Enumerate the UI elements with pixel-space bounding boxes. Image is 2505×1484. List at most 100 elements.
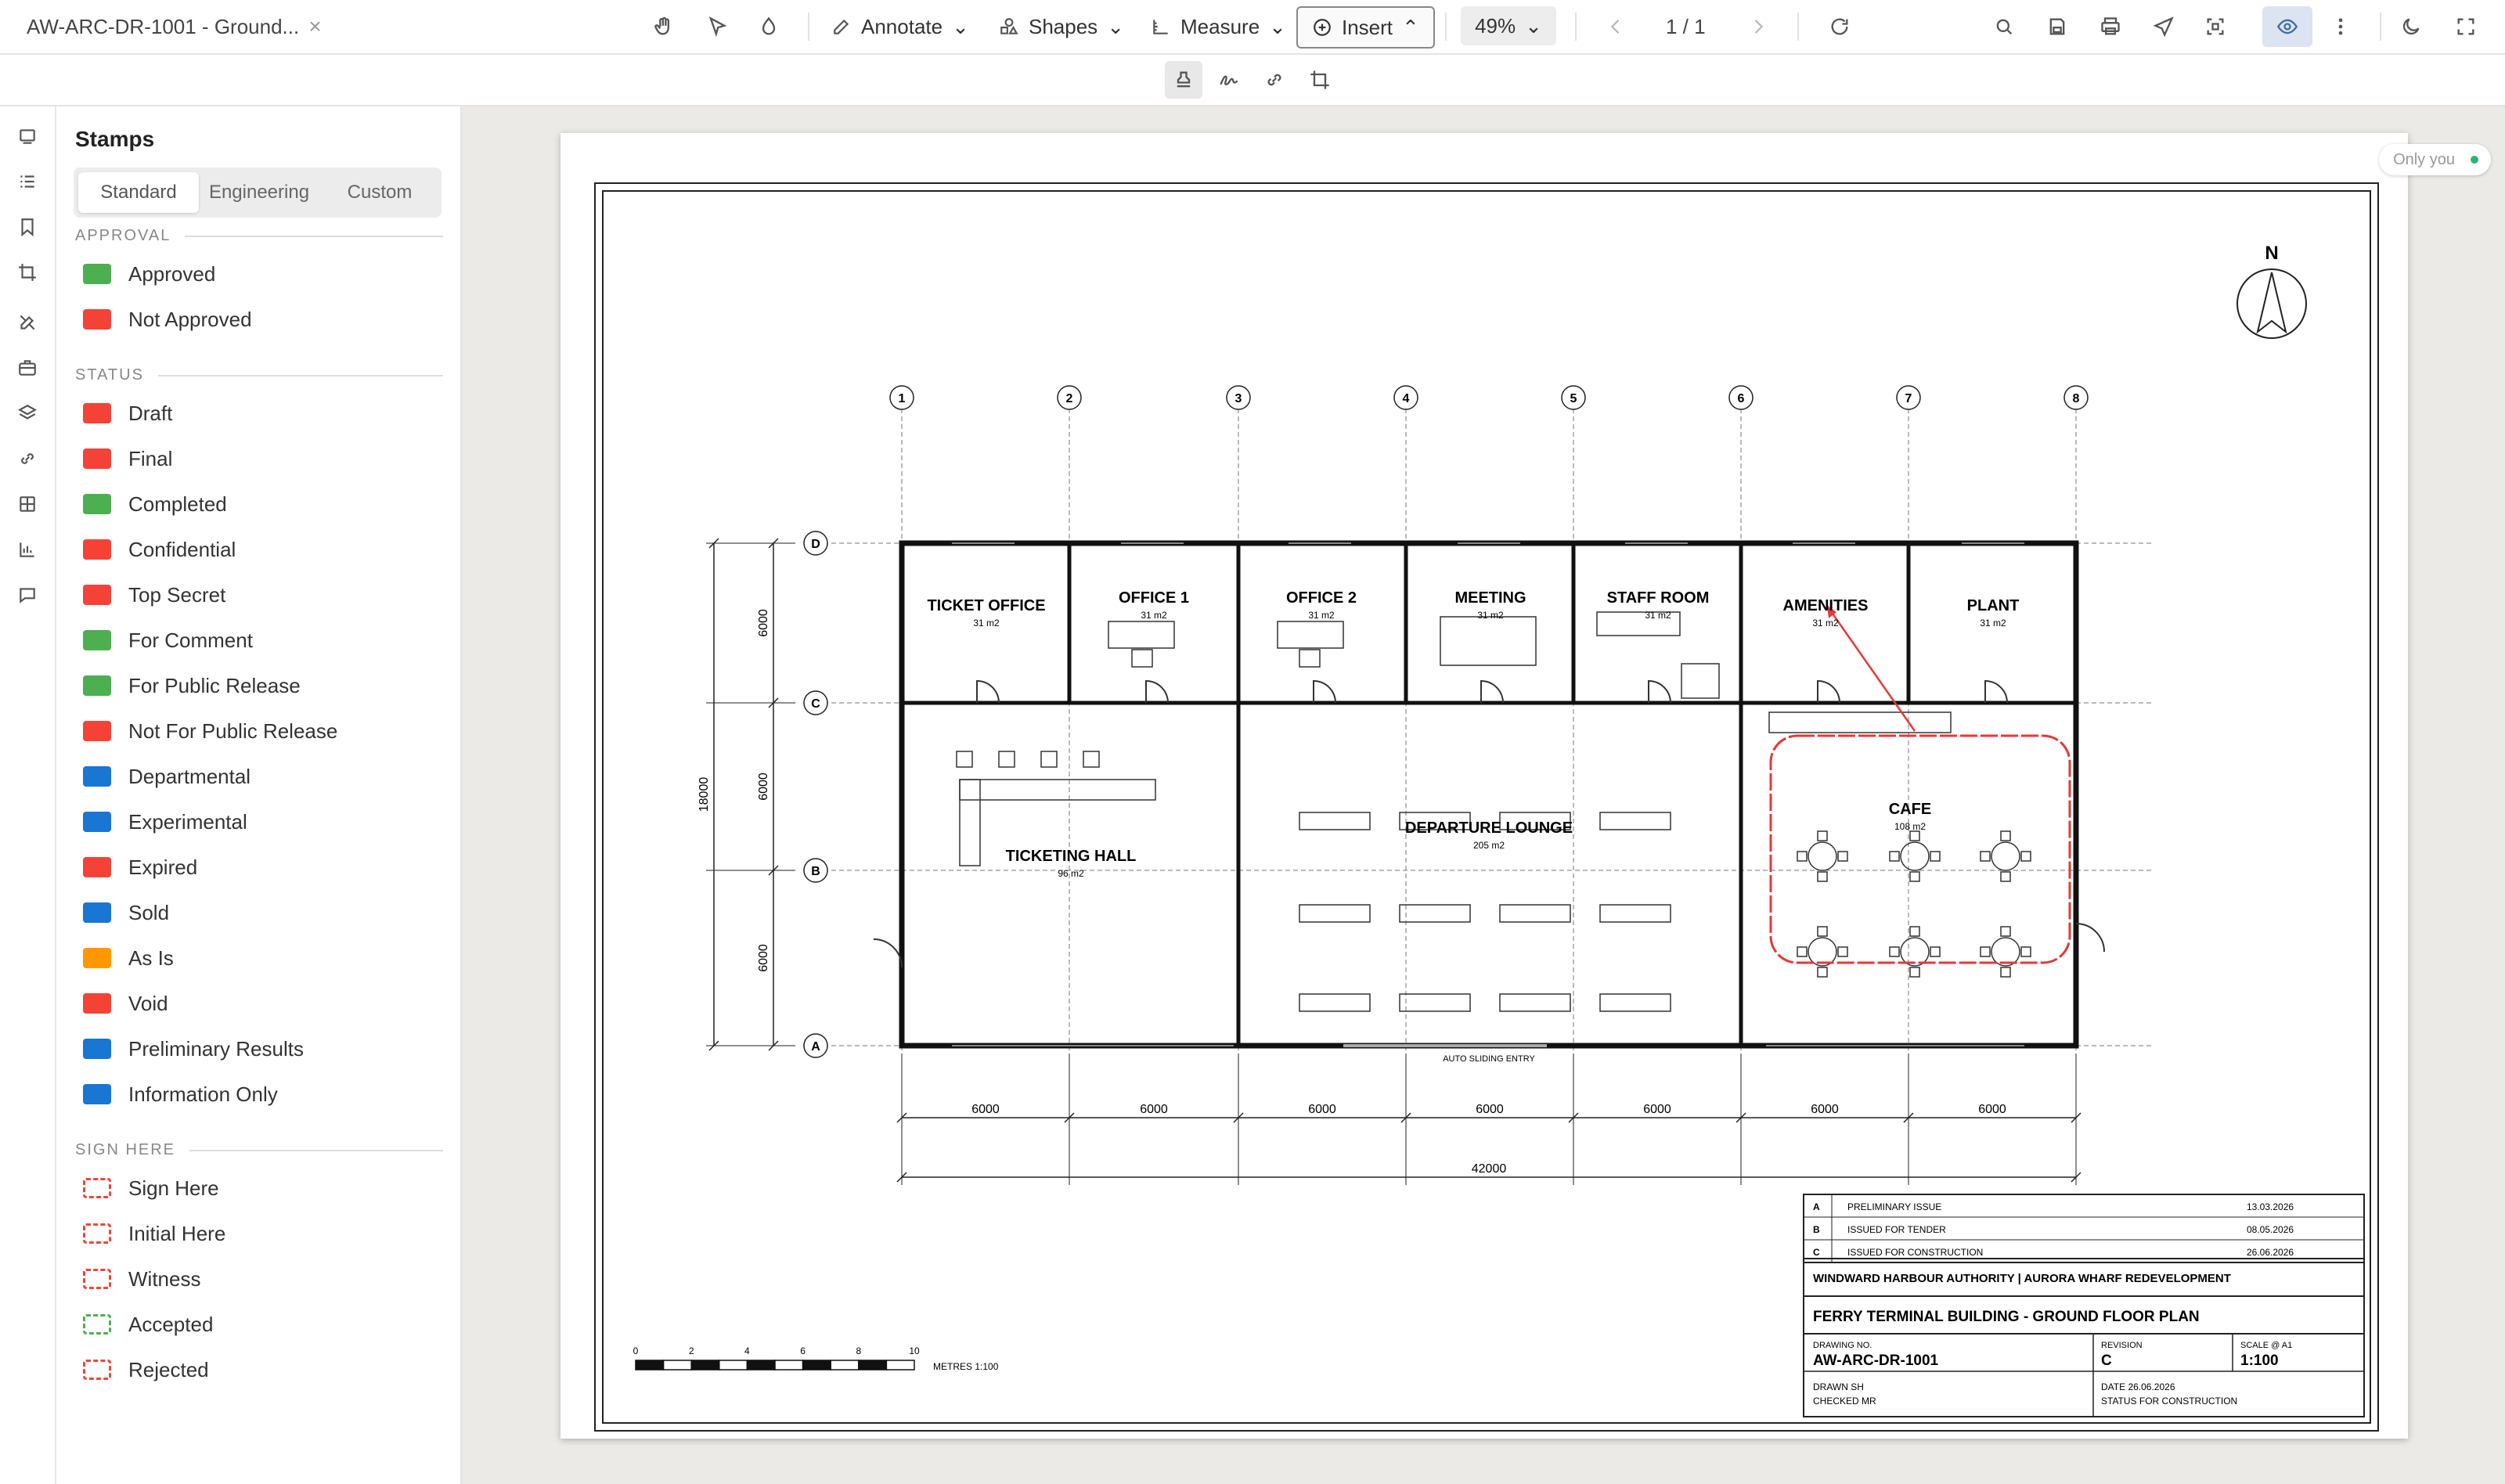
stamp-item[interactable]: Void xyxy=(83,988,435,1019)
stamp-label: Departmental xyxy=(128,764,251,788)
revision-letter: B xyxy=(1813,1224,1820,1235)
zoom-select[interactable]: 49% ⌄ xyxy=(1461,6,1556,45)
annotate-menu[interactable]: Annotate ⌄ xyxy=(831,8,969,45)
outline-list-icon[interactable] xyxy=(9,163,46,200)
dark-mode-moon-icon[interactable] xyxy=(2392,8,2430,45)
chart-icon[interactable] xyxy=(9,531,46,568)
measure-menu[interactable]: Measure ⌄ xyxy=(1151,8,1286,45)
document-tab[interactable]: AW-ARC-DR-1001 - Ground... × xyxy=(27,8,322,45)
stamp-item[interactable]: Expired xyxy=(83,852,435,883)
revision-letter: C xyxy=(1813,1247,1820,1258)
scan-icon[interactable] xyxy=(2197,8,2234,45)
revision-description: ISSUED FOR TENDER xyxy=(1847,1224,1946,1235)
stamp-label: Preliminary Results xyxy=(128,1036,304,1061)
drawing-sheet: N 12345678DCBA TICKET OFFICE 31 m2 OFFIC… xyxy=(560,133,2408,1439)
grid-column-label: 4 xyxy=(1403,392,1410,405)
bookmark-icon[interactable] xyxy=(9,208,46,246)
shapes-menu[interactable]: Shapes ⌄ xyxy=(999,8,1124,45)
comment-icon[interactable] xyxy=(9,576,46,614)
ink-drop-icon[interactable] xyxy=(750,8,788,45)
room-name: TICKETING HALL xyxy=(1006,848,1137,865)
stamp-item[interactable]: Departmental xyxy=(83,761,435,792)
more-options-icon[interactable] xyxy=(2322,8,2359,45)
stamp-item[interactable]: Completed xyxy=(83,488,435,520)
revision-value: C xyxy=(2101,1353,2112,1369)
tools-icon[interactable] xyxy=(9,304,46,341)
stamp-item[interactable]: Experimental xyxy=(83,806,435,837)
stamp-item[interactable]: Accepted xyxy=(83,1309,435,1340)
briefcase-icon[interactable] xyxy=(9,349,46,387)
tab-standard[interactable]: Standard xyxy=(78,172,199,213)
fullscreen-icon[interactable] xyxy=(2447,8,2485,45)
revision-cloud-markup[interactable] xyxy=(1769,605,2071,964)
overall-dimension: 42000 xyxy=(1472,1162,1507,1176)
search-icon[interactable] xyxy=(1985,8,2023,45)
stamp-item[interactable]: Confidential xyxy=(83,534,435,565)
stamp-color-swatch xyxy=(83,403,111,423)
page-indicator[interactable]: 1 / 1 xyxy=(1666,8,1706,45)
stamp-item[interactable]: Not Approved xyxy=(83,304,435,335)
toolbar-divider xyxy=(1445,13,1447,41)
stamp-label: Draft xyxy=(128,401,173,425)
room-name: OFFICE 1 xyxy=(1119,589,1189,607)
tab-custom[interactable]: Custom xyxy=(319,172,440,213)
grid-column-label: 3 xyxy=(1235,392,1242,405)
revision-description: ISSUED FOR CONSTRUCTION xyxy=(1847,1247,1983,1258)
signature-tool-icon[interactable] xyxy=(1210,61,1248,99)
stamp-item[interactable]: For Comment xyxy=(83,625,435,656)
tab-engineering[interactable]: Engineering xyxy=(199,172,319,213)
stamp-color-swatch xyxy=(83,1084,111,1104)
stamp-item[interactable]: Information Only xyxy=(83,1079,435,1110)
presence-indicator[interactable]: Only you xyxy=(2379,144,2491,175)
close-tab-icon[interactable]: × xyxy=(308,14,321,39)
stamp-item[interactable]: Witness xyxy=(83,1263,435,1295)
link-tool-icon[interactable] xyxy=(1256,61,1293,99)
select-cursor-icon[interactable] xyxy=(698,8,736,45)
stamp-color-swatch xyxy=(83,494,111,514)
revision-date: 08.05.2026 xyxy=(2247,1224,2294,1235)
print-icon[interactable] xyxy=(2092,8,2129,45)
table-icon[interactable] xyxy=(9,485,46,523)
pan-tool-icon[interactable] xyxy=(645,8,683,45)
stamp-item[interactable]: Not For Public Release xyxy=(83,715,435,747)
crop-icon[interactable] xyxy=(9,254,46,291)
stamp-item[interactable]: Initial Here xyxy=(83,1218,435,1249)
stamp-item[interactable]: Draft xyxy=(83,398,435,429)
top-toolbar: AW-ARC-DR-1001 - Ground... × Annotate ⌄ … xyxy=(0,0,2505,55)
stamp-tool-icon[interactable] xyxy=(1165,61,1202,99)
stamp-label: Top Secret xyxy=(128,582,226,607)
refresh-icon[interactable] xyxy=(1821,8,1858,45)
scale-label: SCALE @ A1 xyxy=(2240,1341,2292,1350)
stamp-item[interactable]: Rejected xyxy=(83,1354,435,1385)
room-area: 31 m2 xyxy=(1645,610,1671,621)
stamp-color-swatch xyxy=(83,721,111,741)
save-icon[interactable] xyxy=(2038,8,2076,45)
stamp-item[interactable]: As Is xyxy=(83,942,435,974)
send-icon[interactable] xyxy=(2145,8,2182,45)
insert-menu[interactable]: Insert ⌃ xyxy=(1296,6,1435,49)
stamp-label: For Comment xyxy=(128,628,253,652)
room-area: 108 m2 xyxy=(1894,821,1926,832)
crop-tool-icon[interactable] xyxy=(1301,61,1339,99)
document-canvas[interactable]: N 12345678DCBA TICKET OFFICE 31 m2 OFFIC… xyxy=(462,106,2505,1484)
stamp-item[interactable]: Sign Here xyxy=(83,1172,435,1204)
link-icon[interactable] xyxy=(9,440,46,477)
next-page-icon[interactable] xyxy=(1739,8,1777,45)
stamp-item[interactable]: Final xyxy=(83,443,435,474)
stamp-color-swatch xyxy=(83,1360,111,1380)
stamp-item[interactable]: Preliminary Results xyxy=(83,1033,435,1064)
thumbnails-icon[interactable] xyxy=(9,117,46,155)
layers-icon[interactable] xyxy=(9,394,46,432)
previous-page-icon[interactable] xyxy=(1597,8,1635,45)
view-mode-eye-icon[interactable] xyxy=(2262,6,2312,47)
cafe-tables xyxy=(1797,830,2031,978)
stamp-item[interactable]: Approved xyxy=(83,258,435,290)
plus-circle-icon xyxy=(1314,19,1331,36)
stamp-item[interactable]: Top Secret xyxy=(83,579,435,611)
stamps-panel: Stamps Standard Engineering Custom APPRO… xyxy=(56,106,462,1484)
revision-label: REVISION xyxy=(2101,1341,2143,1350)
stamp-label: Sign Here xyxy=(128,1176,219,1200)
stamp-label: Approved xyxy=(128,261,216,286)
stamp-item[interactable]: For Public Release xyxy=(83,670,435,701)
stamp-item[interactable]: Sold xyxy=(83,897,435,928)
